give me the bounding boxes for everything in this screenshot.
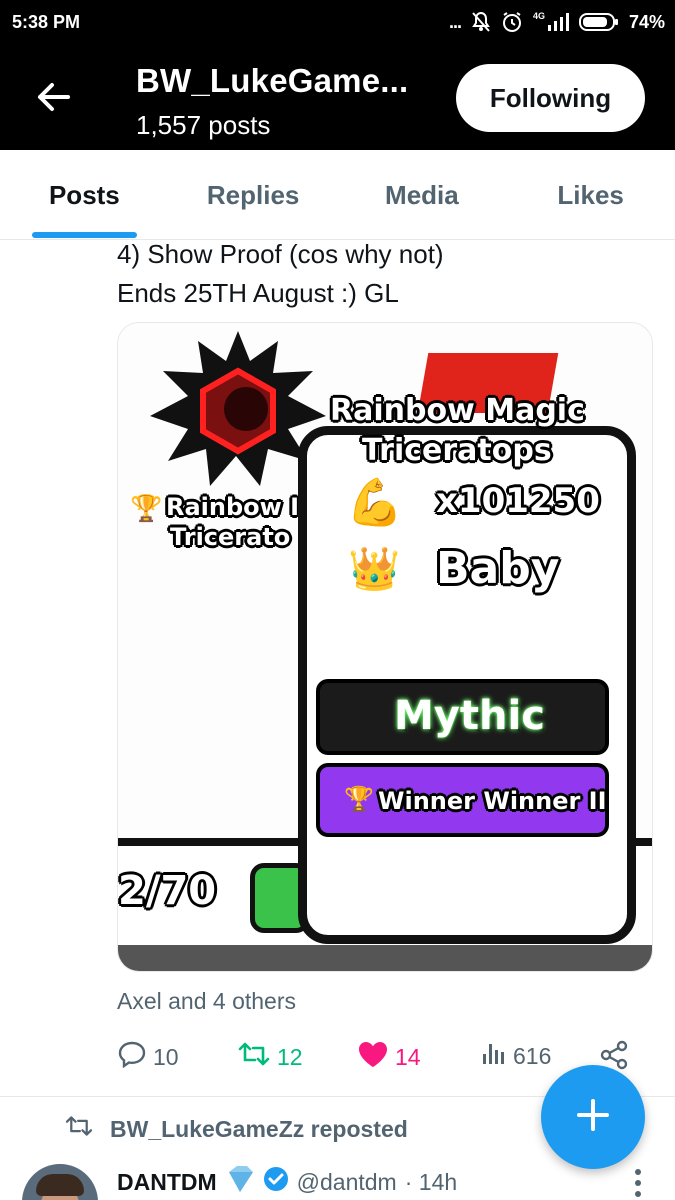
battery-level: 74% — [628, 11, 665, 32]
liked-by-text[interactable]: Axel and 4 others — [117, 988, 296, 1015]
reply-bubble-icon — [117, 1040, 147, 1074]
view-count: 616 — [513, 1042, 552, 1069]
heart-filled-icon — [357, 1040, 389, 1074]
active-tab-indicator — [32, 232, 137, 238]
battery-icon — [578, 12, 619, 32]
pet-power: x101250 — [436, 481, 600, 521]
status-time: 5:38 PM — [12, 11, 81, 32]
tab-media[interactable]: Media — [338, 150, 507, 240]
more-options-icon[interactable] — [634, 1168, 642, 1198]
post-count: 1,557 posts — [136, 110, 271, 140]
next-tweet-header: DANTDM @dantdm · 14h — [117, 1166, 457, 1198]
bell-off-icon — [471, 11, 491, 33]
views-button[interactable]: 616 — [481, 1040, 551, 1072]
status-bar: 5:38 PM ... 4G 74% — [0, 0, 675, 44]
repost-icon — [64, 1114, 94, 1144]
title-badge-text: Winner Winner II — [378, 787, 607, 815]
alarm-icon — [501, 11, 523, 33]
inventory-slot-count: 2/70 — [118, 868, 217, 914]
trophy-icon: 🏆 — [344, 786, 374, 813]
pet-name: Rainbow Magic — [330, 393, 585, 428]
repost-button[interactable]: 12 — [237, 1040, 303, 1074]
profile-header: BW_LukeGame... 1,557 posts Following — [0, 44, 675, 150]
more-dots: ... — [448, 11, 462, 32]
bg-pet-name: Rainbow I — [166, 493, 300, 521]
bg-pet-name: Tricerato — [170, 523, 291, 551]
following-button[interactable]: Following — [456, 64, 645, 132]
like-count: 14 — [395, 1043, 421, 1070]
avatar[interactable] — [22, 1164, 98, 1200]
back-button[interactable] — [30, 76, 76, 122]
author-handle: @dantdm — [296, 1168, 397, 1195]
profile-tabs: Posts Replies Media Likes — [0, 150, 675, 240]
tweet-text-line: 4) Show Proof (cos why not) — [117, 239, 444, 269]
tab-likes[interactable]: Likes — [506, 150, 675, 240]
trophy-icon: 🏆 — [130, 493, 163, 523]
tweet-media-image[interactable]: 🏆 Rainbow I Tricerato 2/70 Rainbow Magic… — [117, 322, 653, 972]
reply-button[interactable]: 10 — [117, 1040, 179, 1074]
pet-size: Baby — [436, 543, 560, 594]
arrow-left-icon — [36, 82, 70, 117]
crown-icon: 👑 — [348, 545, 401, 592]
bottom-shadow — [118, 945, 652, 971]
pet-name: Triceratops — [362, 433, 552, 468]
reply-count: 10 — [153, 1043, 179, 1070]
diamond-emoji-icon — [225, 1166, 255, 1198]
rarity-text: Mythic — [394, 693, 545, 739]
repost-icon — [237, 1040, 271, 1074]
analytics-bars-icon — [481, 1040, 507, 1072]
profile-name: BW_LukeGame... — [136, 62, 409, 99]
author-name[interactable]: DANTDM — [117, 1169, 217, 1196]
like-button[interactable]: 14 — [357, 1040, 421, 1074]
tab-replies[interactable]: Replies — [169, 150, 338, 240]
tweet-actions: 10 12 14 616 — [117, 1040, 637, 1080]
repost-count: 12 — [277, 1043, 303, 1070]
tab-posts[interactable]: Posts — [0, 150, 169, 240]
tweet-text-line: Ends 25TH August :) GL — [117, 278, 399, 308]
compose-button[interactable] — [541, 1065, 645, 1169]
tweet-time: · 14h — [404, 1168, 458, 1195]
plus-icon — [573, 1095, 613, 1140]
status-icons: ... 4G 74% — [449, 11, 665, 33]
flexed-arm-icon: 💪 — [346, 476, 404, 528]
signal-icon: 4G — [533, 11, 569, 31]
verified-badge-icon — [263, 1166, 289, 1198]
repost-banner[interactable]: BW_LukeGameZz reposted — [64, 1114, 408, 1144]
repost-banner-text: BW_LukeGameZz reposted — [110, 1115, 408, 1142]
